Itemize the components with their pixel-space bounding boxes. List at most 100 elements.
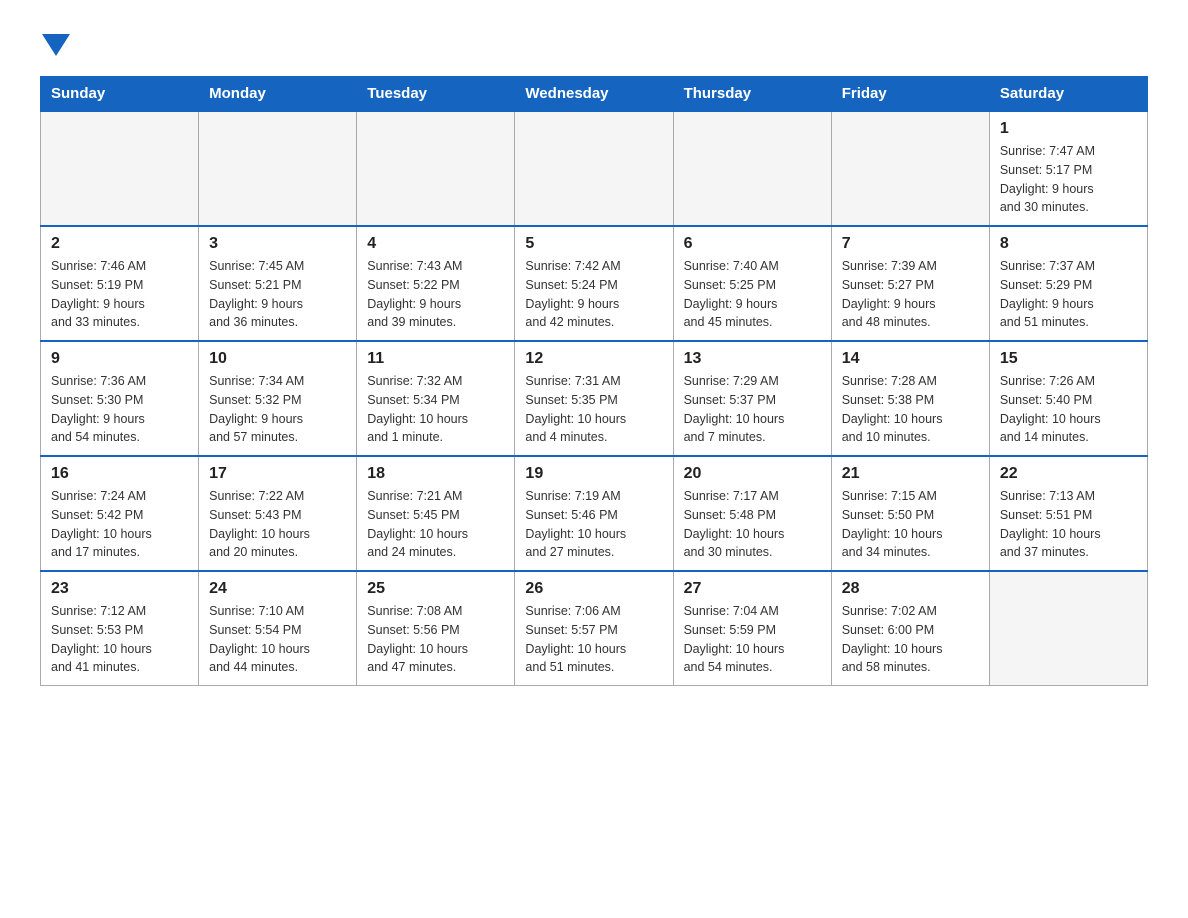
day-number: 26 xyxy=(525,580,662,598)
day-number: 17 xyxy=(209,465,346,483)
calendar-header-friday: Friday xyxy=(831,77,989,112)
calendar-day-cell: 13 Sunrise: 7:29 AMSunset: 5:37 PMDayligh… xyxy=(673,341,831,456)
calendar-day-cell: 24 Sunrise: 7:10 AMSunset: 5:54 PMDayligh… xyxy=(199,571,357,686)
calendar-week-row: 16 Sunrise: 7:24 AMSunset: 5:42 PMDayligh… xyxy=(41,456,1148,571)
day-number: 10 xyxy=(209,350,346,368)
day-number: 2 xyxy=(51,235,188,253)
day-number: 11 xyxy=(367,350,504,368)
day-number: 8 xyxy=(1000,235,1137,253)
calendar-day-cell: 4 Sunrise: 7:43 AMSunset: 5:22 PMDaylight… xyxy=(357,226,515,341)
calendar-week-row: 9 Sunrise: 7:36 AMSunset: 5:30 PMDaylight… xyxy=(41,341,1148,456)
calendar-day-cell: 17 Sunrise: 7:22 AMSunset: 5:43 PMDayligh… xyxy=(199,456,357,571)
day-info: Sunrise: 7:37 AMSunset: 5:29 PMDaylight:… xyxy=(1000,257,1137,332)
day-info: Sunrise: 7:24 AMSunset: 5:42 PMDaylight:… xyxy=(51,487,188,562)
calendar-day-cell xyxy=(41,111,199,226)
day-info: Sunrise: 7:08 AMSunset: 5:56 PMDaylight:… xyxy=(367,602,504,677)
calendar-day-cell: 23 Sunrise: 7:12 AMSunset: 5:53 PMDayligh… xyxy=(41,571,199,686)
calendar-day-cell: 26 Sunrise: 7:06 AMSunset: 5:57 PMDayligh… xyxy=(515,571,673,686)
calendar-table: SundayMondayTuesdayWednesdayThursdayFrid… xyxy=(40,76,1148,686)
calendar-day-cell: 9 Sunrise: 7:36 AMSunset: 5:30 PMDaylight… xyxy=(41,341,199,456)
day-info: Sunrise: 7:43 AMSunset: 5:22 PMDaylight:… xyxy=(367,257,504,332)
day-number: 22 xyxy=(1000,465,1137,483)
calendar-day-cell: 18Sunrise: 7:21 AMSunset: 5:45 PMDayligh… xyxy=(357,456,515,571)
logo-triangle-icon xyxy=(42,34,70,56)
calendar-day-cell: 3Sunrise: 7:45 AMSunset: 5:21 PMDaylight… xyxy=(199,226,357,341)
day-number: 16 xyxy=(51,465,188,483)
calendar-day-cell: 7Sunrise: 7:39 AMSunset: 5:27 PMDaylight… xyxy=(831,226,989,341)
logo xyxy=(40,30,70,56)
calendar-header-wednesday: Wednesday xyxy=(515,77,673,112)
day-info: Sunrise: 7:10 AMSunset: 5:54 PMDaylight:… xyxy=(209,602,346,677)
day-number: 21 xyxy=(842,465,979,483)
day-info: Sunrise: 7:17 AMSunset: 5:48 PMDaylight:… xyxy=(684,487,821,562)
calendar-day-cell: 25 Sunrise: 7:08 AMSunset: 5:56 PMDayligh… xyxy=(357,571,515,686)
day-info: Sunrise: 7:28 AMSunset: 5:38 PMDaylight:… xyxy=(842,372,979,447)
day-info: Sunrise: 7:04 AMSunset: 5:59 PMDaylight:… xyxy=(684,602,821,677)
day-number: 23 xyxy=(51,580,188,598)
calendar-day-cell: 15 Sunrise: 7:26 AMSunset: 5:40 PMDayligh… xyxy=(989,341,1147,456)
calendar-day-cell: 5 Sunrise: 7:42 AMSunset: 5:24 PMDaylight… xyxy=(515,226,673,341)
day-number: 14 xyxy=(842,350,979,368)
calendar-day-cell: 22 Sunrise: 7:13 AMSunset: 5:51 PMDayligh… xyxy=(989,456,1147,571)
day-number: 19 xyxy=(525,465,662,483)
day-info: Sunrise: 7:02 AMSunset: 6:00 PMDaylight:… xyxy=(842,602,979,677)
day-info: Sunrise: 7:13 AMSunset: 5:51 PMDaylight:… xyxy=(1000,487,1137,562)
day-number: 4 xyxy=(367,235,504,253)
day-info: Sunrise: 7:42 AMSunset: 5:24 PMDaylight:… xyxy=(525,257,662,332)
day-number: 5 xyxy=(525,235,662,253)
day-info: Sunrise: 7:31 AMSunset: 5:35 PMDaylight:… xyxy=(525,372,662,447)
calendar-header-sunday: Sunday xyxy=(41,77,199,112)
day-info: Sunrise: 7:19 AMSunset: 5:46 PMDaylight:… xyxy=(525,487,662,562)
day-number: 12 xyxy=(525,350,662,368)
day-info: Sunrise: 7:21 AMSunset: 5:45 PMDaylight:… xyxy=(367,487,504,562)
calendar-day-cell: 12 Sunrise: 7:31 AMSunset: 5:35 PMDayligh… xyxy=(515,341,673,456)
calendar-header-monday: Monday xyxy=(199,77,357,112)
page-header xyxy=(40,30,1148,56)
calendar-day-cell: 1 Sunrise: 7:47 AMSunset: 5:17 PMDaylight… xyxy=(989,111,1147,226)
calendar-header-saturday: Saturday xyxy=(989,77,1147,112)
calendar-header-row: SundayMondayTuesdayWednesdayThursdayFrid… xyxy=(41,77,1148,112)
day-number: 27 xyxy=(684,580,821,598)
calendar-day-cell: 27 Sunrise: 7:04 AMSunset: 5:59 PMDayligh… xyxy=(673,571,831,686)
calendar-header-thursday: Thursday xyxy=(673,77,831,112)
day-info: Sunrise: 7:12 AMSunset: 5:53 PMDaylight:… xyxy=(51,602,188,677)
day-number: 24 xyxy=(209,580,346,598)
calendar-day-cell: 21 Sunrise: 7:15 AMSunset: 5:50 PMDayligh… xyxy=(831,456,989,571)
calendar-header-tuesday: Tuesday xyxy=(357,77,515,112)
day-info: Sunrise: 7:32 AMSunset: 5:34 PMDaylight:… xyxy=(367,372,504,447)
calendar-day-cell: 20 Sunrise: 7:17 AMSunset: 5:48 PMDayligh… xyxy=(673,456,831,571)
calendar-day-cell xyxy=(199,111,357,226)
day-info: Sunrise: 7:22 AMSunset: 5:43 PMDaylight:… xyxy=(209,487,346,562)
day-number: 6 xyxy=(684,235,821,253)
calendar-week-row: 1 Sunrise: 7:47 AMSunset: 5:17 PMDaylight… xyxy=(41,111,1148,226)
calendar-day-cell xyxy=(673,111,831,226)
calendar-day-cell: 28 Sunrise: 7:02 AMSunset: 6:00 PMDayligh… xyxy=(831,571,989,686)
day-info: Sunrise: 7:15 AMSunset: 5:50 PMDaylight:… xyxy=(842,487,979,562)
day-info: Sunrise: 7:46 AMSunset: 5:19 PMDaylight:… xyxy=(51,257,188,332)
calendar-day-cell: 2 Sunrise: 7:46 AMSunset: 5:19 PMDaylight… xyxy=(41,226,199,341)
day-info: Sunrise: 7:36 AMSunset: 5:30 PMDaylight:… xyxy=(51,372,188,447)
day-number: 28 xyxy=(842,580,979,598)
day-number: 15 xyxy=(1000,350,1137,368)
day-info: Sunrise: 7:47 AMSunset: 5:17 PMDaylight:… xyxy=(1000,142,1137,217)
day-number: 3 xyxy=(209,235,346,253)
day-number: 7 xyxy=(842,235,979,253)
day-info: Sunrise: 7:34 AMSunset: 5:32 PMDaylight:… xyxy=(209,372,346,447)
calendar-day-cell xyxy=(989,571,1147,686)
day-info: Sunrise: 7:40 AMSunset: 5:25 PMDaylight:… xyxy=(684,257,821,332)
day-info: Sunrise: 7:29 AMSunset: 5:37 PMDaylight:… xyxy=(684,372,821,447)
calendar-day-cell: 8 Sunrise: 7:37 AMSunset: 5:29 PMDaylight… xyxy=(989,226,1147,341)
calendar-day-cell: 14 Sunrise: 7:28 AMSunset: 5:38 PMDayligh… xyxy=(831,341,989,456)
day-info: Sunrise: 7:26 AMSunset: 5:40 PMDaylight:… xyxy=(1000,372,1137,447)
calendar-day-cell: 10 Sunrise: 7:34 AMSunset: 5:32 PMDayligh… xyxy=(199,341,357,456)
day-number: 25 xyxy=(367,580,504,598)
day-number: 20 xyxy=(684,465,821,483)
day-number: 1 xyxy=(1000,120,1137,138)
day-number: 13 xyxy=(684,350,821,368)
calendar-week-row: 2 Sunrise: 7:46 AMSunset: 5:19 PMDaylight… xyxy=(41,226,1148,341)
day-info: Sunrise: 7:06 AMSunset: 5:57 PMDaylight:… xyxy=(525,602,662,677)
calendar-day-cell xyxy=(831,111,989,226)
calendar-day-cell: 19 Sunrise: 7:19 AMSunset: 5:46 PMDayligh… xyxy=(515,456,673,571)
day-number: 9 xyxy=(51,350,188,368)
calendar-day-cell xyxy=(357,111,515,226)
